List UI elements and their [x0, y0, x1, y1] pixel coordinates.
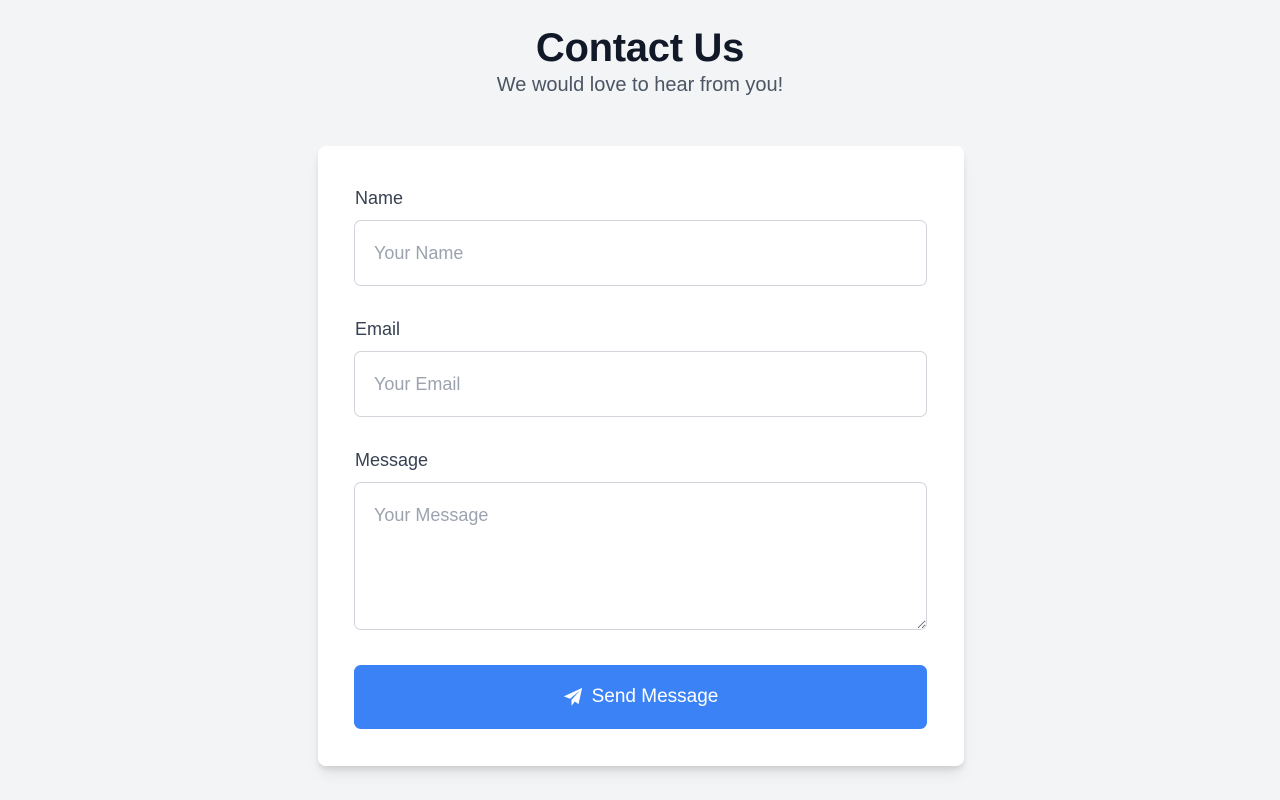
send-message-label: Send Message — [591, 686, 719, 707]
name-input[interactable] — [354, 220, 927, 286]
paper-plane-icon — [563, 687, 583, 707]
email-input[interactable] — [354, 351, 927, 417]
email-label: Email — [355, 319, 401, 339]
page-subtitle: We would love to hear from you! — [496, 74, 784, 96]
message-textarea[interactable] — [354, 482, 927, 630]
page-header: Contact Us We would love to hear from yo… — [0, 24, 1280, 98]
message-label: Message — [355, 450, 429, 470]
name-label: Name — [355, 188, 404, 208]
contact-form: Name Email Message Send Message — [318, 146, 964, 766]
send-message-button[interactable]: Send Message — [354, 665, 927, 729]
page-title: Contact Us — [535, 26, 745, 70]
